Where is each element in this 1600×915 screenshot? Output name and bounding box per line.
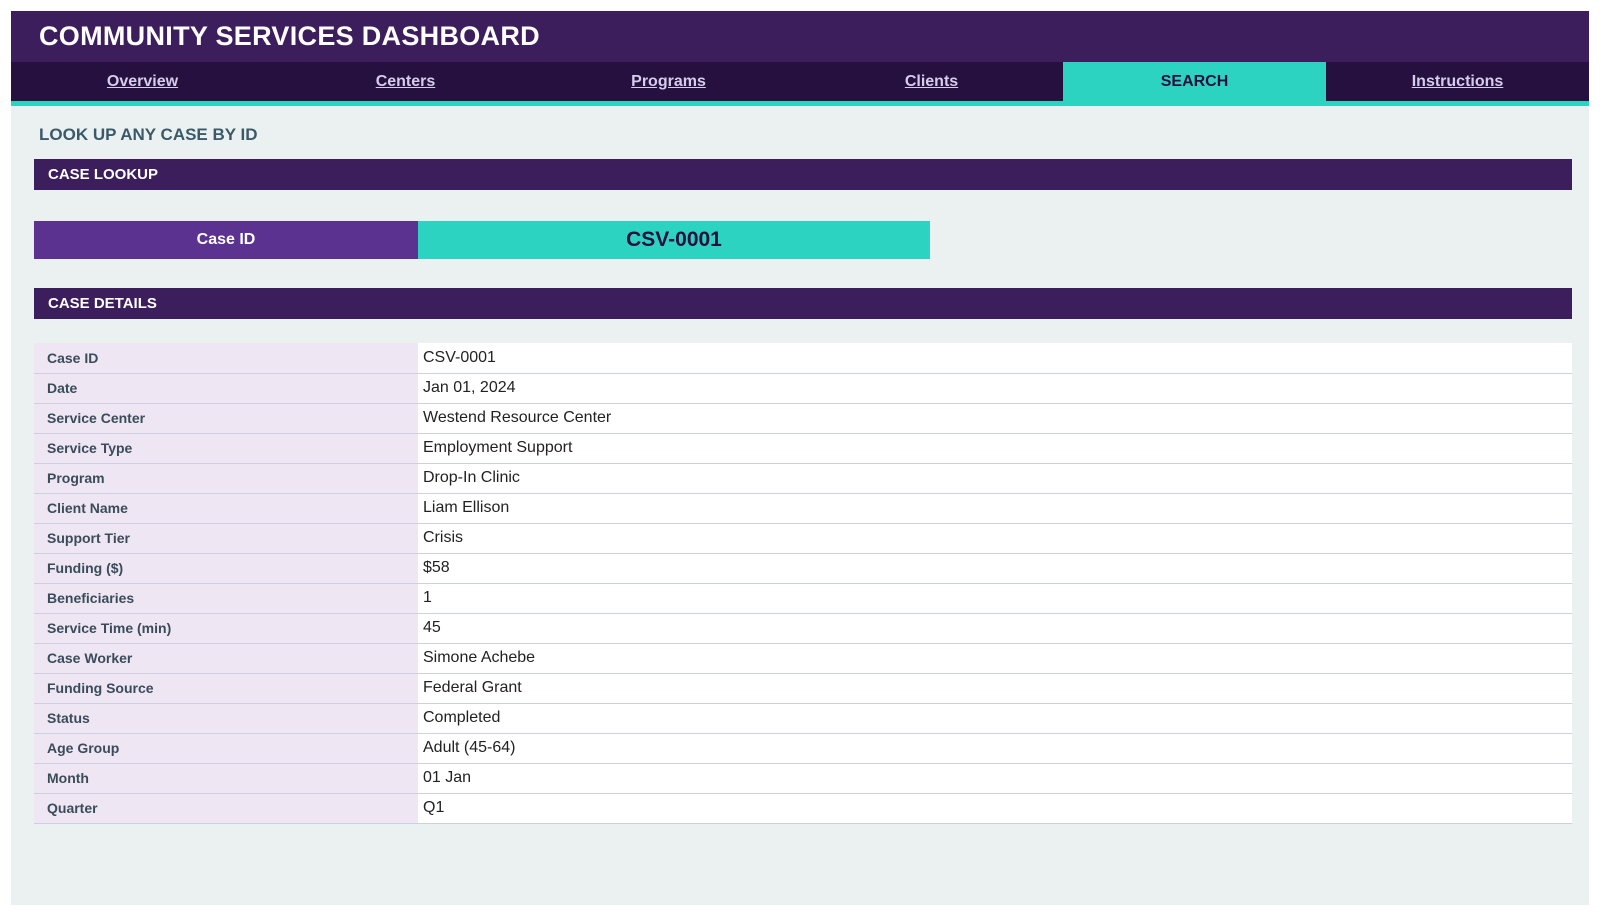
detail-field-value: Drop-In Clinic bbox=[418, 463, 1572, 494]
table-row: Case ID CSV-0001 bbox=[34, 343, 1572, 374]
detail-field-label: Case ID bbox=[34, 343, 418, 374]
detail-field-label: Date bbox=[34, 373, 418, 404]
detail-field-label: Service Center bbox=[34, 403, 418, 434]
detail-field-value: 1 bbox=[418, 583, 1572, 614]
tab-overview[interactable]: Overview bbox=[11, 62, 274, 101]
detail-field-label: Service Type bbox=[34, 433, 418, 464]
tab-clients[interactable]: Clients bbox=[800, 62, 1063, 101]
detail-field-label: Client Name bbox=[34, 493, 418, 524]
detail-field-value: Employment Support bbox=[418, 433, 1572, 464]
title-bar: COMMUNITY SERVICES DASHBOARD bbox=[11, 11, 1589, 62]
case-lookup-header: CASE LOOKUP bbox=[34, 159, 1572, 190]
detail-field-value: CSV-0001 bbox=[418, 343, 1572, 374]
table-row: Beneficiaries 1 bbox=[34, 583, 1572, 614]
table-row: Date Jan 01, 2024 bbox=[34, 373, 1572, 404]
detail-field-label: Service Time (min) bbox=[34, 613, 418, 644]
detail-field-label: Support Tier bbox=[34, 523, 418, 554]
table-row: Funding Source Federal Grant bbox=[34, 673, 1572, 704]
tab-centers[interactable]: Centers bbox=[274, 62, 537, 101]
table-row: Quarter Q1 bbox=[34, 793, 1572, 824]
detail-field-label: Age Group bbox=[34, 733, 418, 764]
detail-field-label: Funding Source bbox=[34, 673, 418, 704]
detail-field-value: Simone Achebe bbox=[418, 643, 1572, 674]
nav-tabs: Overview Centers Programs Clients SEARCH… bbox=[11, 62, 1589, 106]
case-details-header: CASE DETAILS bbox=[34, 288, 1572, 319]
table-row: Status Completed bbox=[34, 703, 1572, 734]
detail-field-label: Quarter bbox=[34, 793, 418, 824]
detail-field-value: 45 bbox=[418, 613, 1572, 644]
page-heading: LOOK UP ANY CASE BY ID bbox=[39, 125, 258, 144]
table-row: Case Worker Simone Achebe bbox=[34, 643, 1572, 674]
table-row: Month 01 Jan bbox=[34, 763, 1572, 794]
table-row: Service Time (min) 45 bbox=[34, 613, 1572, 644]
detail-field-label: Beneficiaries bbox=[34, 583, 418, 614]
tab-instructions[interactable]: Instructions bbox=[1326, 62, 1589, 101]
main-content: LOOK UP ANY CASE BY ID CASE LOOKUP Case … bbox=[11, 125, 1589, 824]
table-row: Client Name Liam Ellison bbox=[34, 493, 1572, 524]
detail-field-value: Q1 bbox=[418, 793, 1572, 824]
tab-search[interactable]: SEARCH bbox=[1063, 62, 1326, 101]
detail-field-label: Case Worker bbox=[34, 643, 418, 674]
table-row: Funding ($) $58 bbox=[34, 553, 1572, 584]
detail-field-value: Jan 01, 2024 bbox=[418, 373, 1572, 404]
detail-field-value: Liam Ellison bbox=[418, 493, 1572, 524]
detail-field-value: 01 Jan bbox=[418, 763, 1572, 794]
detail-field-label: Funding ($) bbox=[34, 553, 418, 584]
detail-field-value: Completed bbox=[418, 703, 1572, 734]
case-lookup-row: Case ID CSV-0001 bbox=[34, 221, 1572, 259]
detail-field-value: Westend Resource Center bbox=[418, 403, 1572, 434]
table-row: Service Type Employment Support bbox=[34, 433, 1572, 464]
detail-field-value: Adult (45-64) bbox=[418, 733, 1572, 764]
table-row: Support Tier Crisis bbox=[34, 523, 1572, 554]
detail-field-value: Federal Grant bbox=[418, 673, 1572, 704]
dashboard-window: COMMUNITY SERVICES DASHBOARD Overview Ce… bbox=[11, 11, 1589, 905]
detail-field-value: $58 bbox=[418, 553, 1572, 584]
detail-field-label: Program bbox=[34, 463, 418, 494]
tab-programs[interactable]: Programs bbox=[537, 62, 800, 101]
detail-field-label: Status bbox=[34, 703, 418, 734]
table-row: Age Group Adult (45-64) bbox=[34, 733, 1572, 764]
table-row: Program Drop-In Clinic bbox=[34, 463, 1572, 494]
case-details-table: Case ID CSV-0001 Date Jan 01, 2024 Service C… bbox=[34, 343, 1572, 824]
detail-field-label: Month bbox=[34, 763, 418, 794]
case-id-input[interactable]: CSV-0001 bbox=[418, 221, 930, 259]
case-id-label: Case ID bbox=[34, 221, 418, 259]
table-row: Service Center Westend Resource Center bbox=[34, 403, 1572, 434]
detail-field-value: Crisis bbox=[418, 523, 1572, 554]
app-title: COMMUNITY SERVICES DASHBOARD bbox=[39, 21, 540, 51]
